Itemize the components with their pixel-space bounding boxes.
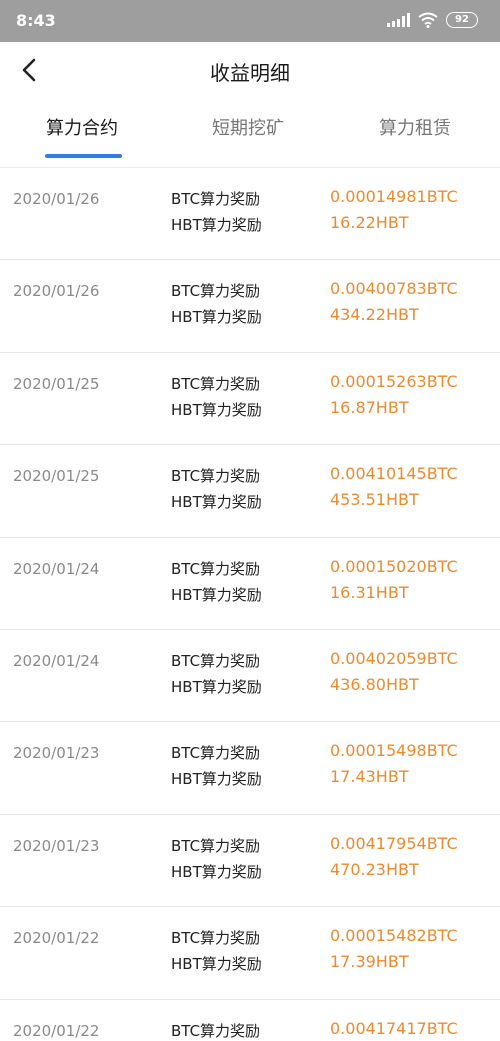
list-item: 2020/01/24 BTC算力奖励 HBT算力奖励 0.00402059BTC 436… — [0, 630, 500, 723]
btc-reward-amount: 0.00014981BTC — [330, 187, 458, 206]
btc-reward-amount: 0.00015482BTC — [330, 926, 458, 946]
tab-hashrate-contract[interactable]: 算力合约 — [46, 114, 118, 140]
hbt-reward-amount: 17.43HBT — [330, 767, 409, 787]
status-time: 8:43 — [16, 11, 56, 30]
record-date: 2020/01/24 — [13, 559, 100, 578]
record-date: 2020/01/25 — [13, 374, 100, 393]
btc-reward-label: BTC算力奖励 — [171, 836, 261, 855]
hbt-reward-label: HBT算力奖励 — [171, 308, 262, 327]
hbt-reward-amount: 436.80HBT — [330, 674, 419, 694]
record-date: 2020/01/26 — [13, 190, 100, 208]
hbt-reward-label: HBT算力奖励 — [171, 493, 262, 512]
list-item: 2020/01/23 BTC算力奖励 HBT算力奖励 0.00015498BTC 17.… — [0, 722, 500, 815]
list-item: 2020/01/22BTC算力奖励HBT算力奖励0.00417417BTC — [0, 1000, 500, 1041]
btc-reward-label: BTC算力奖励 — [171, 190, 261, 208]
hbt-reward-amount: 470.23HBT — [330, 859, 419, 879]
btc-reward-label: BTC算力奖励 — [171, 744, 261, 763]
earnings-list: 2020/01/26 BTC算力奖励 HBT算力奖励 0.00014981BTC 16.… — [0, 168, 500, 1041]
active-tab-indicator — [45, 154, 122, 158]
list-item: 2020/01/23 BTC算力奖励 HBT算力奖励 0.00417954BTC 470… — [0, 815, 500, 908]
record-date: 2020/01/25 — [13, 467, 100, 486]
list-item: 2020/01/25 BTC算力奖励 HBT算力奖励 0.00410145BTC 453… — [0, 445, 500, 538]
list-item: 2020/01/24 BTC算力奖励 HBT算力奖励 0.00015020BTC 16.… — [0, 538, 500, 630]
record-date: 2020/01/22 — [13, 1021, 100, 1040]
hbt-reward-amount: 16.31HBT — [330, 582, 409, 602]
btc-reward-amount: 0.00417417BTC — [330, 1018, 458, 1038]
hbt-reward-label: HBT算力奖励 — [171, 677, 262, 696]
btc-reward-label: BTC算力奖励 — [171, 282, 261, 301]
btc-reward-amount: 0.00417954BTC — [330, 833, 458, 853]
btc-reward-label: BTC算力奖励 — [171, 651, 261, 670]
hbt-reward-amount: 17.39HBT — [330, 952, 409, 972]
tab-hashrate-rental[interactable]: 算力租赁 — [379, 114, 451, 140]
btc-reward-label: BTC算力奖励 — [171, 1021, 261, 1040]
list-item: 2020/01/26 BTC算力奖励 HBT算力奖励 0.00400783BTC 434… — [0, 260, 500, 353]
hbt-reward-label: HBT算力奖励 — [171, 216, 262, 234]
hbt-reward-label: HBT算力奖励 — [171, 955, 262, 974]
btc-reward-label: BTC算力奖励 — [171, 929, 261, 948]
nav-bar: 收益明细 — [0, 42, 500, 98]
list-item: 2020/01/26 BTC算力奖励 HBT算力奖励 0.00014981BTC 16.… — [0, 168, 500, 261]
status-bar: 8:43 92 — [0, 0, 500, 42]
status-icons: 92 — [387, 12, 478, 28]
btc-reward-amount: 0.00402059BTC — [330, 648, 458, 668]
btc-reward-label: BTC算力奖励 — [171, 559, 261, 578]
btc-reward-amount: 0.00015263BTC — [330, 371, 458, 391]
hbt-reward-amount: 16.87HBT — [330, 397, 409, 417]
tab-bar: 算力合约 短期挖矿 算力租赁 — [0, 98, 500, 168]
btc-reward-label: BTC算力奖励 — [171, 467, 261, 486]
tab-short-term-mining[interactable]: 短期挖矿 — [212, 114, 284, 140]
list-item: 2020/01/25 BTC算力奖励 HBT算力奖励 0.00015263BTC 16.… — [0, 353, 500, 446]
record-date: 2020/01/26 — [13, 282, 100, 301]
signal-icon — [387, 13, 410, 27]
record-date: 2020/01/23 — [13, 836, 100, 855]
btc-reward-amount: 0.00015498BTC — [330, 741, 458, 761]
list-item: 2020/01/22 BTC算力奖励 HBT算力奖励 0.00015482BTC 17.… — [0, 907, 500, 1000]
btc-reward-label: BTC算力奖励 — [171, 374, 261, 393]
page-title: 收益明细 — [210, 61, 290, 85]
hbt-reward-label: HBT算力奖励 — [171, 400, 262, 419]
btc-reward-amount: 0.00410145BTC — [330, 464, 458, 484]
record-date: 2020/01/24 — [13, 651, 100, 670]
hbt-reward-amount: 16.22HBT — [330, 213, 409, 232]
btc-reward-amount: 0.00400783BTC — [330, 279, 458, 299]
hbt-reward-label: HBT算力奖励 — [171, 585, 262, 604]
hbt-reward-amount: 453.51HBT — [330, 490, 419, 510]
record-date: 2020/01/22 — [13, 929, 100, 948]
hbt-reward-label: HBT算力奖励 — [171, 770, 262, 789]
btc-reward-amount: 0.00015020BTC — [330, 556, 458, 576]
hbt-reward-amount: 434.22HBT — [330, 305, 419, 325]
wifi-icon — [418, 12, 438, 28]
battery-indicator: 92 — [446, 12, 478, 28]
record-date: 2020/01/23 — [13, 744, 100, 763]
hbt-reward-label: HBT算力奖励 — [171, 862, 262, 881]
